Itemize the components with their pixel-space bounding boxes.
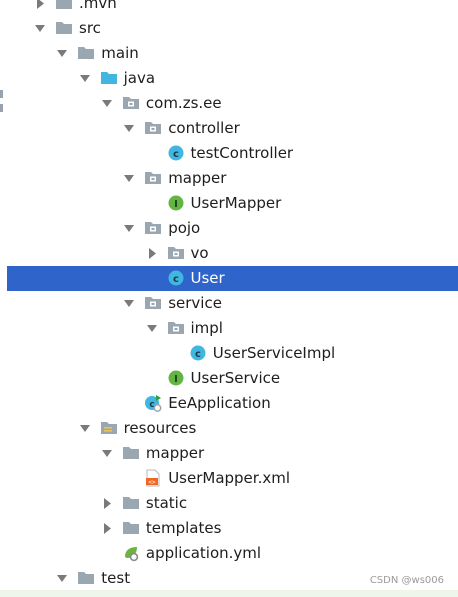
tree-node-label: test (101, 569, 131, 587)
class-icon: c (167, 269, 185, 287)
tree-node-controller[interactable]: controller (7, 116, 458, 141)
chevron-down-icon[interactable] (122, 216, 136, 241)
svg-text:c: c (173, 274, 179, 285)
folder-icon (77, 44, 95, 62)
tree-node-pojo[interactable]: pojo (7, 216, 458, 241)
tree-node-label: UserServiceImpl (212, 344, 336, 362)
svg-text:I: I (174, 374, 178, 385)
tree-node-com-zs-ee[interactable]: com.zs.ee (7, 91, 458, 116)
tree-node-label: mapper (168, 169, 227, 187)
tree-node-label: pojo (168, 219, 201, 237)
package-icon (167, 244, 185, 262)
tree-node-userservice[interactable]: I UserService (7, 366, 458, 391)
tree-node-userserviceimpl[interactable]: c UserServiceImpl (7, 341, 458, 366)
tree-node-label: impl (190, 319, 223, 337)
chevron-right-icon[interactable] (145, 241, 159, 266)
tree-node-label: service (168, 294, 222, 312)
chevron-down-icon[interactable] (100, 91, 114, 116)
tree-node-mvn[interactable]: .mvn (7, 0, 458, 16)
tree-node-label: controller (168, 119, 240, 137)
tree-node-java[interactable]: java (7, 66, 458, 91)
gutter-marker (0, 104, 3, 112)
tree-node-label: application.yml (145, 544, 262, 562)
svg-text:<>: <> (149, 479, 157, 486)
package-icon (144, 169, 162, 187)
tree-node-service[interactable]: service (7, 291, 458, 316)
tree-node-mapper[interactable]: mapper (7, 166, 458, 191)
tree-node-label: main (101, 44, 139, 62)
tree-node-label: com.zs.ee (145, 94, 222, 112)
chevron-down-icon[interactable] (122, 291, 136, 316)
tree-node-templates[interactable]: templates (7, 516, 458, 541)
tree-node-usermapper[interactable]: I UserMapper (7, 191, 458, 216)
tree-node-label: User (190, 269, 225, 287)
tree-node-label: templates (145, 519, 222, 537)
tree-node-testcontroller[interactable]: c testController (7, 141, 458, 166)
class-icon: c (189, 344, 207, 362)
chevron-down-icon[interactable] (100, 441, 114, 466)
tree-node-label: UserService (190, 369, 281, 387)
tree-node-eeapplication[interactable]: c EeApplication (7, 391, 458, 416)
tree-node-label: UserMapper.xml (168, 469, 290, 487)
tree-node-impl[interactable]: impl (7, 316, 458, 341)
chevron-down-icon[interactable] (145, 316, 159, 341)
folder-icon (122, 444, 140, 462)
folder-icon (77, 569, 95, 587)
package-icon (144, 119, 162, 137)
xml-file-icon: <> (144, 469, 162, 487)
chevron-right-icon[interactable] (100, 516, 114, 541)
yml-file-icon (122, 544, 140, 562)
tree-node-application-yml[interactable]: application.yml (7, 541, 458, 566)
chevron-right-icon[interactable] (33, 0, 47, 16)
tree-node-label: mapper (145, 444, 205, 462)
tree-node-usermapper-xml[interactable]: <> UserMapper.xml (7, 466, 458, 491)
spring-boot-class-icon: c (144, 394, 162, 412)
chevron-down-icon[interactable] (55, 566, 69, 591)
tree-node-static[interactable]: static (7, 491, 458, 516)
package-icon (144, 294, 162, 312)
package-icon (122, 94, 140, 112)
resources-folder-icon (100, 419, 118, 437)
folder-icon (55, 0, 73, 12)
watermark: CSDN @ws006 (369, 575, 444, 586)
tree-node-label: .mvn (79, 0, 117, 12)
class-icon: c (167, 144, 185, 162)
tree-node-label: resources (123, 419, 197, 437)
folder-icon (122, 494, 140, 512)
source-folder-icon (100, 69, 118, 87)
folder-icon (122, 519, 140, 537)
tree-node-label: EeApplication (168, 394, 271, 412)
tree-node-label: java (123, 69, 156, 87)
status-strip (0, 590, 458, 597)
gutter-marker (0, 90, 3, 98)
tree-node-main[interactable]: main (7, 41, 458, 66)
svg-text:c: c (173, 149, 179, 160)
tree-node-label: UserMapper (190, 194, 282, 212)
tree-node-vo[interactable]: vo (7, 241, 458, 266)
project-tree: .mvn src main java com.zs.ee controller c testC… (0, 0, 458, 597)
chevron-down-icon[interactable] (55, 41, 69, 66)
chevron-down-icon[interactable] (122, 166, 136, 191)
tree-node-mapper[interactable]: mapper (7, 441, 458, 466)
chevron-down-icon[interactable] (122, 116, 136, 141)
chevron-down-icon[interactable] (33, 16, 47, 41)
chevron-down-icon[interactable] (78, 66, 92, 91)
package-icon (167, 319, 185, 337)
chevron-down-icon[interactable] (78, 416, 92, 441)
tree-node-resources[interactable]: resources (7, 416, 458, 441)
tree-node-label: static (145, 494, 188, 512)
svg-text:I: I (174, 199, 178, 210)
interface-icon: I (167, 194, 185, 212)
folder-icon (55, 19, 73, 37)
svg-text:c: c (195, 349, 201, 360)
tree-node-label: testController (190, 144, 294, 162)
chevron-right-icon[interactable] (100, 491, 114, 516)
tree-node-src[interactable]: src (7, 16, 458, 41)
tree-node-label: src (79, 19, 101, 37)
tree-node-user[interactable]: c User (7, 266, 458, 291)
tree-node-label: vo (190, 244, 209, 262)
package-icon (144, 219, 162, 237)
interface-icon: I (167, 369, 185, 387)
